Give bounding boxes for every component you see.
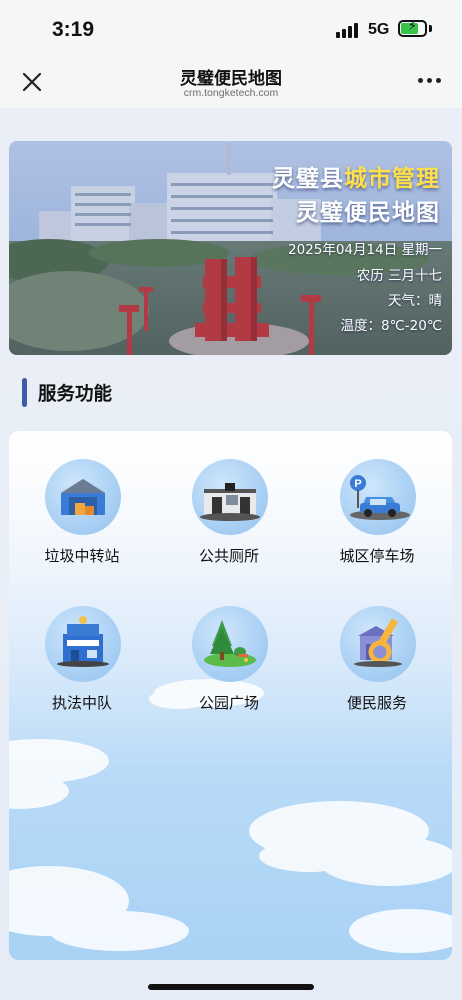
banner-date: 2025年04月14日 星期一 [287,242,442,258]
service-convenience[interactable]: 便民服务 [307,606,447,736]
svg-text:P: P [354,478,361,490]
service-label: 便民服务 [346,694,407,712]
more-icon[interactable] [412,78,446,88]
service-label: 城区停车场 [339,547,415,565]
section-title: 服务功能 [38,384,113,405]
status-bar: 3:19 5G ⚡ [0,0,462,56]
network-label: 5G [368,21,390,38]
police-station-icon [45,606,121,682]
signal-icon [336,22,362,38]
page-url: crm.tongketech.com [183,87,279,99]
section-accent-bar [22,378,27,407]
service-label: 执法中队 [51,694,112,712]
banner-title-line1: 灵璧县城市管理 [272,165,440,192]
status-time: 3:19 [52,18,95,41]
battery-icon: ⚡ [398,19,427,37]
page-title: 灵璧便民地图 [180,69,282,89]
banner-title-line2: 灵璧便民地图 [296,199,440,226]
service-wrench-icon [340,606,416,682]
banner-lunar-date: 农历 三月十七 [356,268,442,284]
service-public-toilet[interactable]: 公共厕所 [159,459,299,589]
park-tree-icon [192,606,268,682]
toilet-building-icon [192,459,268,535]
service-panel: 垃圾中转站 公共厕所 P 城区停车场 执法中队 公园广场 便民服务 [9,431,452,960]
service-park-square[interactable]: 公园广场 [159,606,299,736]
banner-weather: 天气：晴 [388,293,442,309]
nav-bar: 灵璧便民地图 crm.tongketech.com [0,56,462,108]
service-label: 公园广场 [198,694,259,712]
warehouse-icon [45,459,121,535]
service-label: 垃圾中转站 [44,547,120,565]
banner-temperature: 温度：8℃-20℃ [340,318,442,334]
parking-car-icon: P [340,459,416,535]
city-banner: 灵璧县城市管理 灵璧便民地图 2025年04月14日 星期一 农历 三月十七 天… [9,141,452,355]
service-transfer-station[interactable]: 垃圾中转站 [12,459,152,589]
service-enforcement-team[interactable]: 执法中队 [12,606,152,736]
home-indicator [148,984,314,990]
service-label: 公共厕所 [198,547,259,565]
service-parking[interactable]: P 城区停车场 [307,459,447,589]
battery-tip [429,25,432,32]
